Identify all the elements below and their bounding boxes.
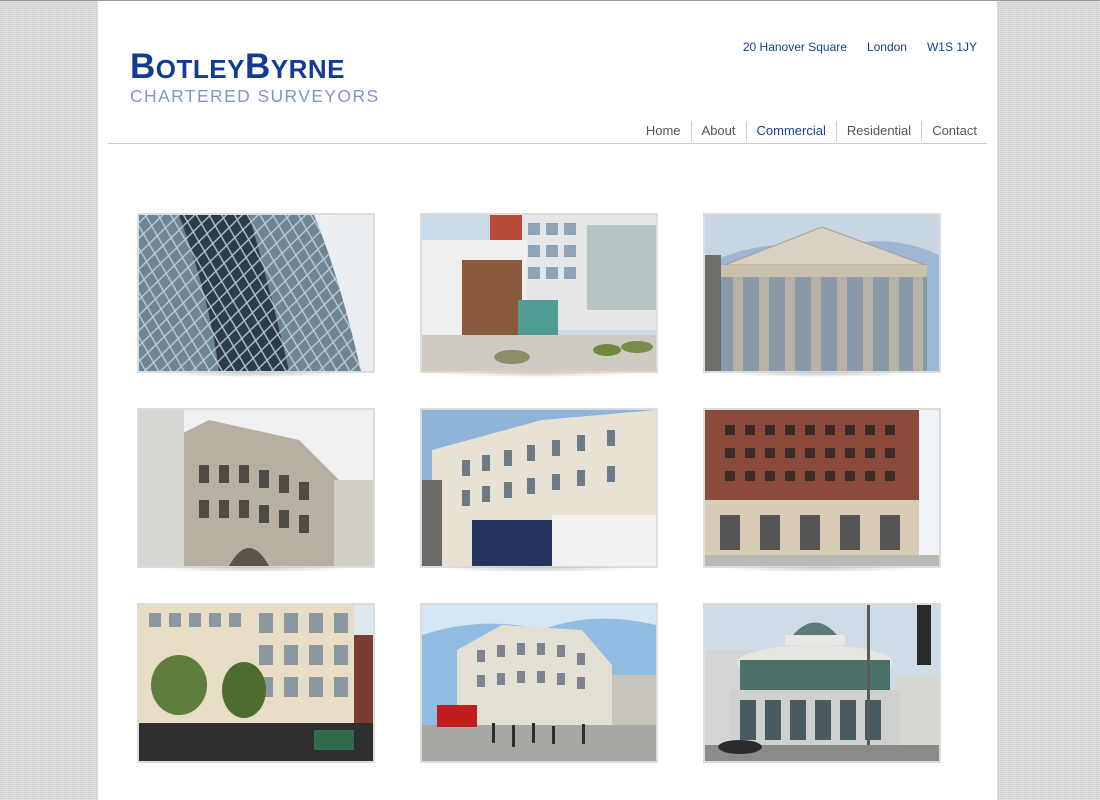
cream-terrace-image [422, 410, 656, 566]
domed-building-image [705, 605, 939, 761]
courtyard-building-image [422, 215, 656, 371]
header-divider [108, 143, 987, 144]
thumb-shadow [437, 371, 637, 377]
gallery-image-cream-terrace[interactable] [420, 408, 658, 568]
gallery-image-royal-exchange[interactable] [703, 213, 941, 373]
thumb-shadow [154, 371, 354, 377]
gallery-image-courtyard[interactable] [420, 213, 658, 373]
gallery-image-oxford-street-office[interactable] [137, 603, 375, 763]
brand-tagline: CHARTERED SURVEYORS [130, 86, 380, 106]
gherkin-tower-image [139, 215, 373, 371]
thumb-shadow [154, 566, 354, 572]
brand-name: BOTLEYBYRNE [130, 47, 345, 86]
nav-commercial[interactable]: Commercial [745, 121, 836, 141]
address-street: 20 Hanover Square [742, 40, 847, 54]
thumb-shadow [437, 566, 637, 572]
brick-office-image [705, 410, 939, 566]
thumb-shadow [720, 371, 920, 377]
royal-exchange-image [705, 215, 939, 371]
brand-logo[interactable]: BOTLEYBYRNE CHARTERED SURVEYORS [130, 49, 380, 107]
gallery-image-brick-office[interactable] [703, 408, 941, 568]
victorian-building-image [139, 410, 373, 566]
oxford-circus-image [422, 605, 656, 761]
gallery-image-oxford-circus[interactable] [420, 603, 658, 763]
address-city: London [866, 40, 907, 54]
gallery-image-gherkin[interactable] [137, 213, 375, 373]
address-bar: 20 Hanover Square London W1S 1JY [743, 40, 977, 54]
address-postcode: W1S 1JY [926, 40, 977, 54]
nav-contact[interactable]: Contact [921, 121, 977, 141]
gallery-image-domed-building[interactable] [703, 603, 941, 763]
nav-home[interactable]: Home [646, 121, 691, 141]
property-gallery [137, 213, 941, 765]
nav-residential[interactable]: Residential [835, 121, 921, 141]
main-nav: Home About Commercial Residential Contac… [646, 121, 977, 141]
thumb-shadow [720, 566, 920, 572]
gallery-image-victorian-corner[interactable] [137, 408, 375, 568]
nav-about[interactable]: About [690, 121, 746, 141]
page-container: BOTLEYBYRNE CHARTERED SURVEYORS 20 Hanov… [98, 1, 997, 800]
oxford-street-office-image [139, 605, 373, 761]
